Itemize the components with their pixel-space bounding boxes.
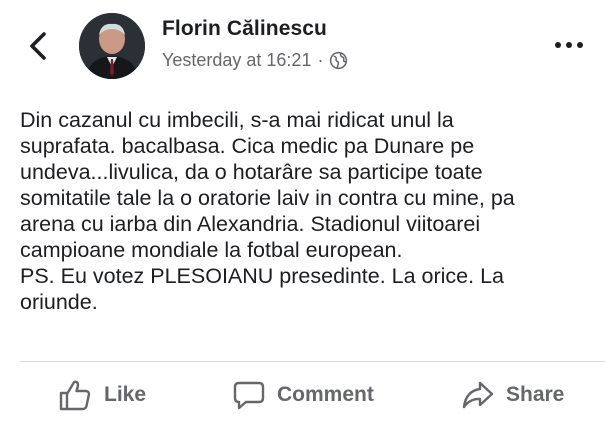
meta-separator: · (317, 50, 324, 70)
share-arrow-icon (462, 381, 494, 409)
speech-bubble-icon (233, 381, 265, 410)
chevron-left-icon (30, 32, 46, 60)
like-label: Like (104, 383, 147, 406)
divider (20, 361, 605, 362)
comment-label: Comment (277, 383, 374, 406)
action-bar: Like Comment Share (0, 370, 605, 420)
like-button[interactable]: Like (58, 370, 146, 420)
share-button[interactable]: Share (462, 370, 564, 420)
dot-icon (577, 42, 583, 48)
post-meta: Yesterday at 16:21 · (162, 50, 348, 71)
share-label: Share (506, 383, 565, 406)
post-text: Din cazanul cu imbecili, s-a mai ridicat… (20, 108, 515, 314)
more-options-button[interactable] (555, 42, 583, 48)
avatar[interactable] (79, 13, 145, 79)
timestamp[interactable]: Yesterday at 16:21 (162, 50, 311, 71)
dot-icon (555, 42, 561, 48)
author-name[interactable]: Florin Călinescu (162, 17, 327, 41)
thumbs-up-icon (59, 380, 91, 411)
comment-button[interactable]: Comment (233, 370, 374, 420)
globe-icon (330, 51, 348, 70)
dot-icon (566, 42, 572, 48)
back-button[interactable] (24, 30, 52, 62)
